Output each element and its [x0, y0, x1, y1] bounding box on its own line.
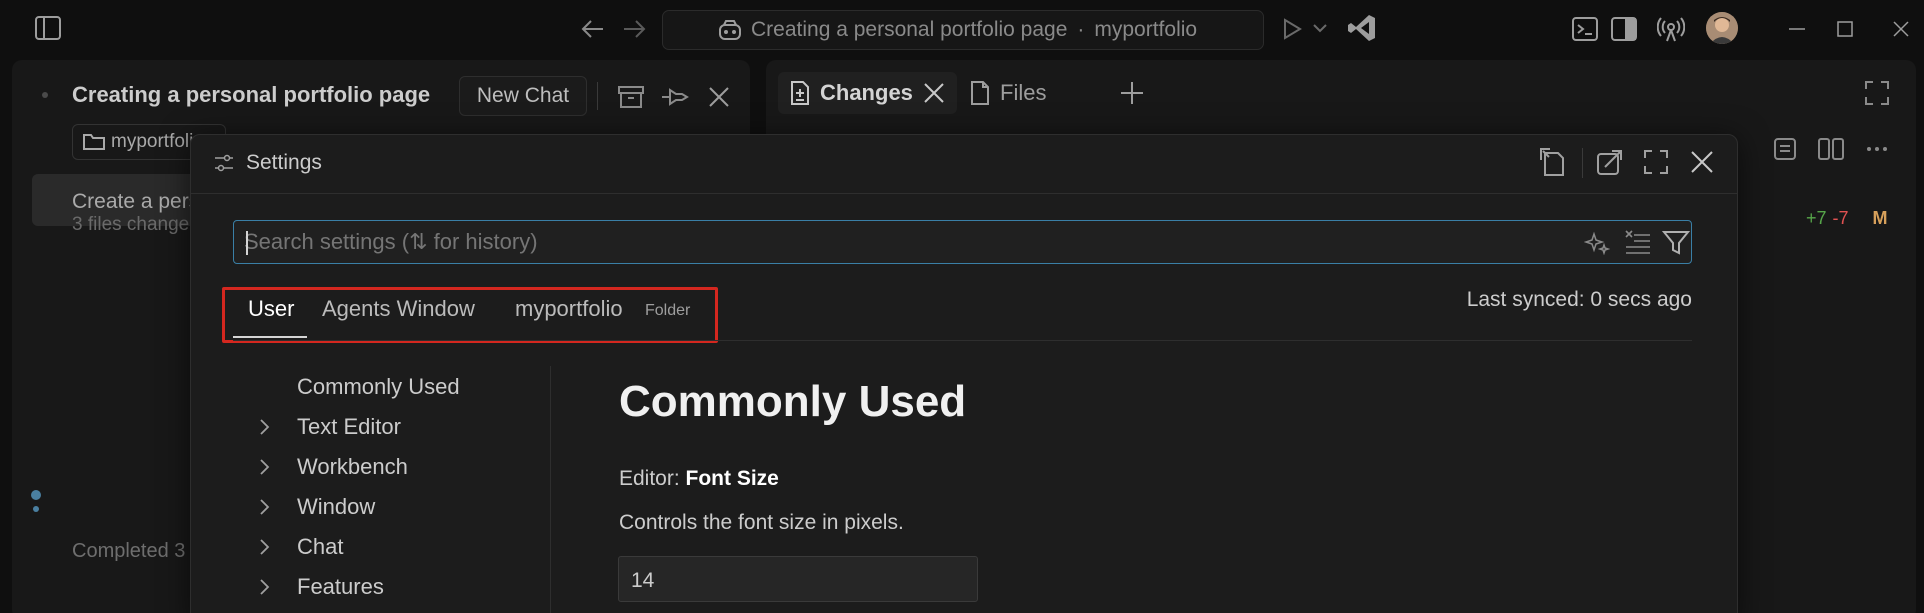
command-center-workspace: myportfolio	[1094, 18, 1198, 41]
toc-item-text-editor[interactable]: Text Editor	[233, 414, 401, 440]
diff-stat: +7 -7 M	[1806, 208, 1888, 229]
progress-dot-small	[33, 506, 39, 512]
vscode-logo-icon	[1346, 12, 1378, 44]
settings-title: Settings	[246, 151, 322, 174]
setting-label: Editor: Font Size	[619, 467, 779, 491]
run-play-icon[interactable]	[1280, 16, 1304, 42]
tab-changes[interactable]: Changes	[778, 72, 957, 114]
new-chat-button[interactable]: New Chat	[459, 76, 587, 116]
archive-icon[interactable]	[616, 82, 646, 112]
split-view-icon[interactable]	[1816, 134, 1846, 164]
toc-item-label: Features	[297, 574, 384, 599]
command-center[interactable]: Creating a personal portfolio page · myp…	[662, 10, 1264, 50]
section-title: Commonly Used	[619, 377, 967, 426]
text-caret	[246, 231, 248, 255]
tab-changes-label: Changes	[820, 80, 913, 105]
toc-item-features[interactable]: Features	[233, 574, 384, 600]
clear-filter-icon[interactable]	[1624, 229, 1652, 255]
more-actions-icon[interactable]	[1862, 134, 1892, 164]
close-chat-icon[interactable]	[704, 82, 734, 112]
toc-item-label: Commonly Used	[297, 374, 460, 399]
toc-item-chat[interactable]: Chat	[233, 534, 343, 560]
expand-panel-icon[interactable]	[1862, 78, 1892, 108]
toc-item-commonly-used[interactable]: Commonly Used	[233, 374, 460, 400]
chat-status-dot	[42, 92, 48, 98]
settings-sliders-icon	[212, 151, 236, 175]
additions-count: +7	[1806, 208, 1827, 228]
dialog-header-divider	[1582, 148, 1583, 178]
header-divider	[597, 82, 598, 110]
files-icon	[970, 81, 990, 105]
account-avatar[interactable]	[1706, 12, 1738, 44]
toggle-sidebar-icon[interactable]	[32, 12, 64, 44]
scope-folder-tag: Folder	[645, 302, 691, 319]
add-tab-icon[interactable]	[1117, 78, 1147, 108]
chat-title: Creating a personal portfolio page	[72, 82, 431, 107]
chevron-right-icon	[259, 458, 279, 476]
scope-tab-folder[interactable]: myportfolio	[515, 296, 623, 322]
open-in-editor-icon[interactable]	[1594, 146, 1626, 178]
command-center-title: Creating a personal portfolio page	[751, 18, 1068, 41]
toc-item-label: Chat	[297, 534, 344, 559]
settings-search-input[interactable]	[244, 221, 1544, 263]
setting-category: Editor:	[619, 467, 686, 490]
active-tab-indicator	[233, 336, 307, 338]
minimize-icon[interactable]	[1782, 14, 1812, 44]
close-settings-icon[interactable]	[1686, 146, 1718, 178]
run-dropdown-chevron-icon[interactable]	[1312, 20, 1328, 36]
maximize-icon[interactable]	[1830, 14, 1860, 44]
diff-view-icon[interactable]	[1770, 134, 1800, 164]
changes-file-icon	[790, 81, 810, 105]
progress-dot	[31, 490, 41, 500]
chevron-right-icon	[259, 418, 279, 436]
toc-item-workbench[interactable]: Workbench	[233, 454, 408, 480]
ai-sparkle-icon[interactable]	[1584, 231, 1610, 255]
chevron-right-icon	[259, 538, 279, 556]
pin-icon[interactable]	[660, 82, 690, 112]
terminal-icon[interactable]	[1570, 14, 1600, 44]
setting-description: Controls the font size in pixels.	[619, 511, 904, 534]
back-arrow-icon[interactable]	[578, 14, 608, 44]
font-size-input[interactable]: 14	[618, 556, 978, 602]
window-close-icon[interactable]	[1886, 14, 1916, 44]
last-synced-status: Last synced: 0 secs ago	[1466, 288, 1692, 311]
tab-files[interactable]: Files	[970, 72, 1046, 114]
deletions-count: -7	[1832, 208, 1849, 228]
chevron-right-icon	[259, 578, 279, 596]
scope-tab-user[interactable]: User	[248, 296, 294, 322]
toc-divider	[550, 366, 551, 613]
scope-tab-agents-window[interactable]: Agents Window	[322, 296, 475, 322]
settings-search-box[interactable]	[233, 220, 1692, 264]
forward-arrow-icon[interactable]	[619, 14, 649, 44]
toc-item-label: Workbench	[297, 454, 408, 479]
toc-item-label: Window	[297, 494, 376, 519]
tab-close-icon[interactable]	[923, 82, 945, 104]
toggle-secondary-sidebar-icon[interactable]	[1609, 14, 1639, 44]
command-center-separator: ·	[1077, 18, 1085, 41]
toc-item-window[interactable]: Window	[233, 494, 375, 520]
scope-divider	[233, 340, 1692, 341]
fullscreen-icon[interactable]	[1640, 146, 1672, 178]
filter-icon[interactable]	[1662, 229, 1690, 257]
chevron-right-icon	[259, 498, 279, 516]
folder-icon	[83, 133, 105, 151]
files-changed-summary: 3 files changed	[72, 214, 200, 235]
open-settings-json-icon[interactable]	[1536, 146, 1568, 178]
copilot-icon	[717, 19, 743, 43]
toc-item-label: Text Editor	[297, 414, 401, 439]
tab-files-label: Files	[1000, 80, 1047, 105]
setting-name: Font Size	[685, 467, 779, 490]
modified-status-badge: M	[1872, 208, 1888, 228]
settings-dialog-header	[190, 134, 1738, 194]
broadcast-icon[interactable]	[1656, 14, 1686, 44]
